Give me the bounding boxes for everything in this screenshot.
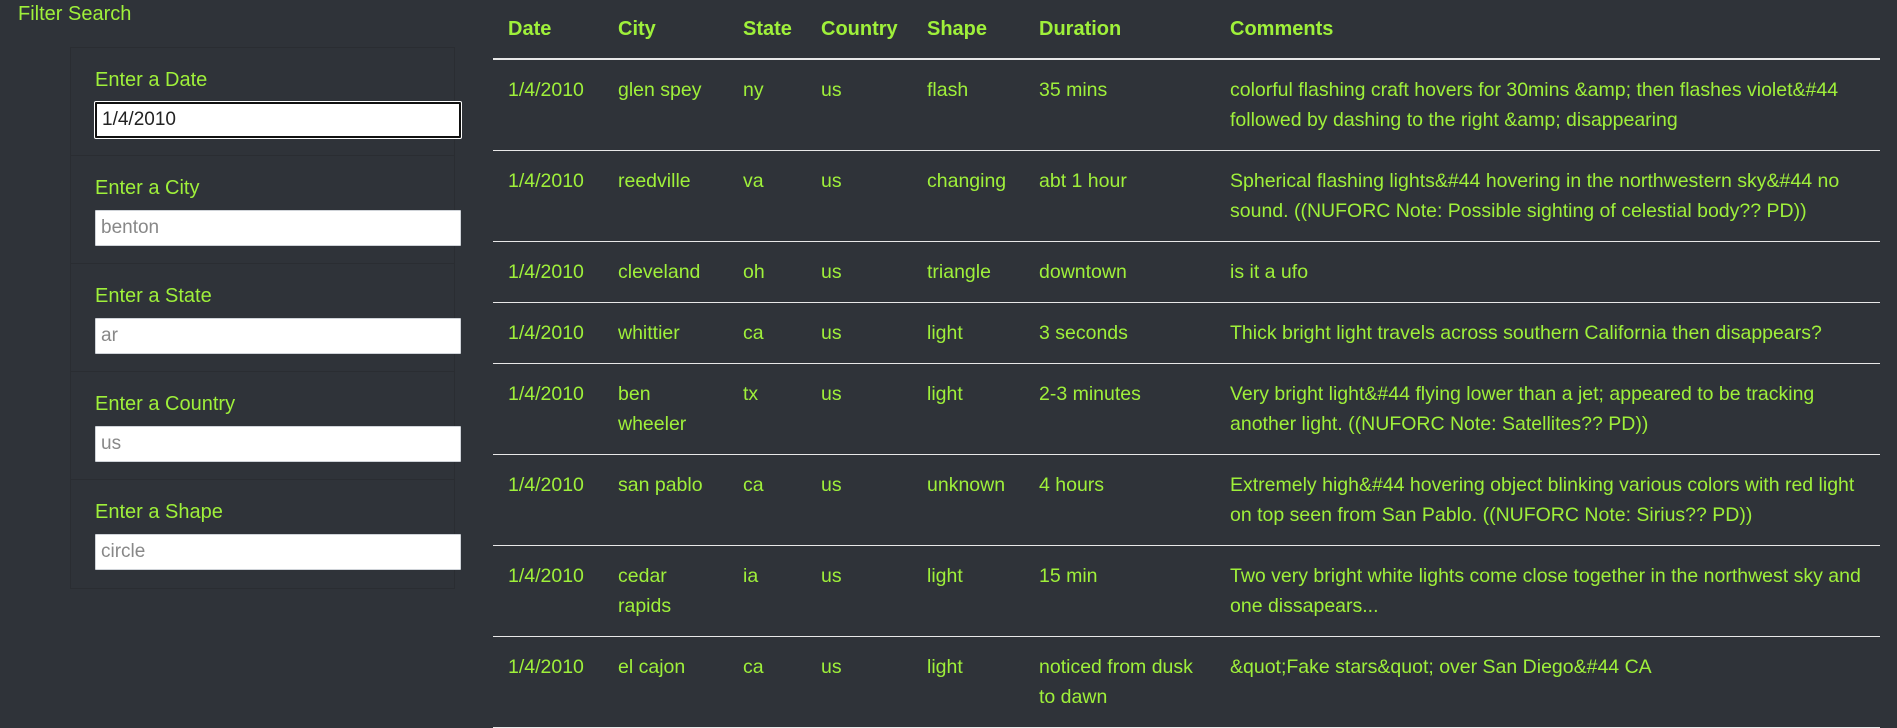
header-comments: Comments xyxy=(1215,0,1880,60)
header-city: City xyxy=(603,0,728,60)
cell-country: us xyxy=(806,545,912,637)
country-label: Enter a Country xyxy=(95,393,236,415)
cell-date: 1/4/2010 xyxy=(493,545,603,637)
cell-state: tx xyxy=(728,363,806,455)
cell-shape: flash xyxy=(912,59,1024,151)
cell-duration: 2-3 minutes xyxy=(1024,363,1215,455)
country-input[interactable] xyxy=(95,426,461,462)
header-shape: Shape xyxy=(912,0,1024,60)
cell-comments: Two very bright white lights come close … xyxy=(1215,545,1880,637)
header-date: Date xyxy=(493,0,603,60)
cell-state: va xyxy=(728,150,806,242)
header-state: State xyxy=(728,0,806,60)
cell-date: 1/4/2010 xyxy=(493,363,603,455)
cell-shape: light xyxy=(912,363,1024,455)
table-header: Date City State Country Shape Duration C… xyxy=(493,0,1880,60)
cell-duration: 4 hours xyxy=(1024,454,1215,546)
filter-group-state: Enter a State xyxy=(71,264,461,372)
state-label: Enter a State xyxy=(95,285,212,307)
cell-date: 1/4/2010 xyxy=(493,454,603,546)
shape-label: Enter a Shape xyxy=(95,501,223,523)
cell-shape: unknown xyxy=(912,454,1024,546)
cell-shape: light xyxy=(912,545,1024,637)
ufo-results-table: Date City State Country Shape Duration C… xyxy=(493,0,1880,728)
cell-comments: Very bright light&#44 flying lower than … xyxy=(1215,363,1880,455)
table-row: 1/4/2010 cedar rapids ia us light 15 min… xyxy=(493,545,1880,637)
cell-country: us xyxy=(806,636,912,728)
cell-comments: is it a ufo xyxy=(1215,241,1880,303)
filter-group-shape: Enter a Shape xyxy=(71,480,461,588)
cell-shape: changing xyxy=(912,150,1024,242)
cell-state: ny xyxy=(728,59,806,151)
cell-country: us xyxy=(806,59,912,151)
cell-country: us xyxy=(806,150,912,242)
cell-duration: 15 min xyxy=(1024,545,1215,637)
cell-country: us xyxy=(806,363,912,455)
cell-comments: &quot;Fake stars&quot; over San Diego&#4… xyxy=(1215,636,1880,728)
city-input[interactable] xyxy=(95,210,461,246)
cell-comments: colorful flashing craft hovers for 30min… xyxy=(1215,59,1880,151)
filter-group-country: Enter a Country xyxy=(71,372,461,480)
cell-country: us xyxy=(806,241,912,303)
header-duration: Duration xyxy=(1024,0,1215,60)
cell-state: ia xyxy=(728,545,806,637)
table-row: 1/4/2010 reedville va us changing abt 1 … xyxy=(493,150,1880,242)
filter-group-date: Enter a Date xyxy=(71,48,461,156)
header-country: Country xyxy=(806,0,912,60)
cell-date: 1/4/2010 xyxy=(493,636,603,728)
cell-city: glen spey xyxy=(603,59,728,151)
cell-duration: noticed from dusk to dawn xyxy=(1024,636,1215,728)
cell-city: cedar rapids xyxy=(603,545,728,637)
cell-comments: Extremely high&#44 hovering object blink… xyxy=(1215,454,1880,546)
cell-city: cleveland xyxy=(603,241,728,303)
city-label: Enter a City xyxy=(95,177,200,199)
cell-country: us xyxy=(806,454,912,546)
cell-date: 1/4/2010 xyxy=(493,59,603,151)
table-row: 1/4/2010 ben wheeler tx us light 2-3 min… xyxy=(493,363,1880,455)
header-row: Date City State Country Shape Duration C… xyxy=(493,0,1880,60)
page: Filter Search Enter a Date Enter a City … xyxy=(0,0,1897,728)
cell-date: 1/4/2010 xyxy=(493,241,603,303)
cell-comments: Spherical flashing lights&#44 hovering i… xyxy=(1215,150,1880,242)
cell-city: reedville xyxy=(603,150,728,242)
cell-duration: abt 1 hour xyxy=(1024,150,1215,242)
cell-country: us xyxy=(806,302,912,364)
sidebar-title: Filter Search xyxy=(18,3,132,25)
date-label: Enter a Date xyxy=(95,69,208,91)
results-table-container: Date City State Country Shape Duration C… xyxy=(493,0,1880,728)
cell-duration: downtown xyxy=(1024,241,1215,303)
cell-state: ca xyxy=(728,302,806,364)
date-input[interactable] xyxy=(95,102,461,138)
shape-input[interactable] xyxy=(95,534,461,570)
cell-shape: light xyxy=(912,302,1024,364)
cell-date: 1/4/2010 xyxy=(493,150,603,242)
cell-city: whittier xyxy=(603,302,728,364)
table-row: 1/4/2010 whittier ca us light 3 seconds … xyxy=(493,302,1880,364)
cell-state: ca xyxy=(728,636,806,728)
cell-city: ben wheeler xyxy=(603,363,728,455)
cell-date: 1/4/2010 xyxy=(493,302,603,364)
filter-form: Enter a Date Enter a City Enter a State … xyxy=(70,47,461,589)
cell-shape: light xyxy=(912,636,1024,728)
cell-duration: 35 mins xyxy=(1024,59,1215,151)
cell-city: san pablo xyxy=(603,454,728,546)
cell-state: ca xyxy=(728,454,806,546)
cell-comments: Thick bright light travels across southe… xyxy=(1215,302,1880,364)
cell-city: el cajon xyxy=(603,636,728,728)
table-row: 1/4/2010 san pablo ca us unknown 4 hours… xyxy=(493,454,1880,546)
filter-group-city: Enter a City xyxy=(71,156,461,264)
cell-state: oh xyxy=(728,241,806,303)
table-row: 1/4/2010 cleveland oh us triangle downto… xyxy=(493,241,1880,303)
table-row: 1/4/2010 el cajon ca us light noticed fr… xyxy=(493,636,1880,728)
cell-shape: triangle xyxy=(912,241,1024,303)
cell-duration: 3 seconds xyxy=(1024,302,1215,364)
state-input[interactable] xyxy=(95,318,461,354)
table-body: 1/4/2010 glen spey ny us flash 35 mins c… xyxy=(493,59,1880,728)
table-row: 1/4/2010 glen spey ny us flash 35 mins c… xyxy=(493,59,1880,151)
